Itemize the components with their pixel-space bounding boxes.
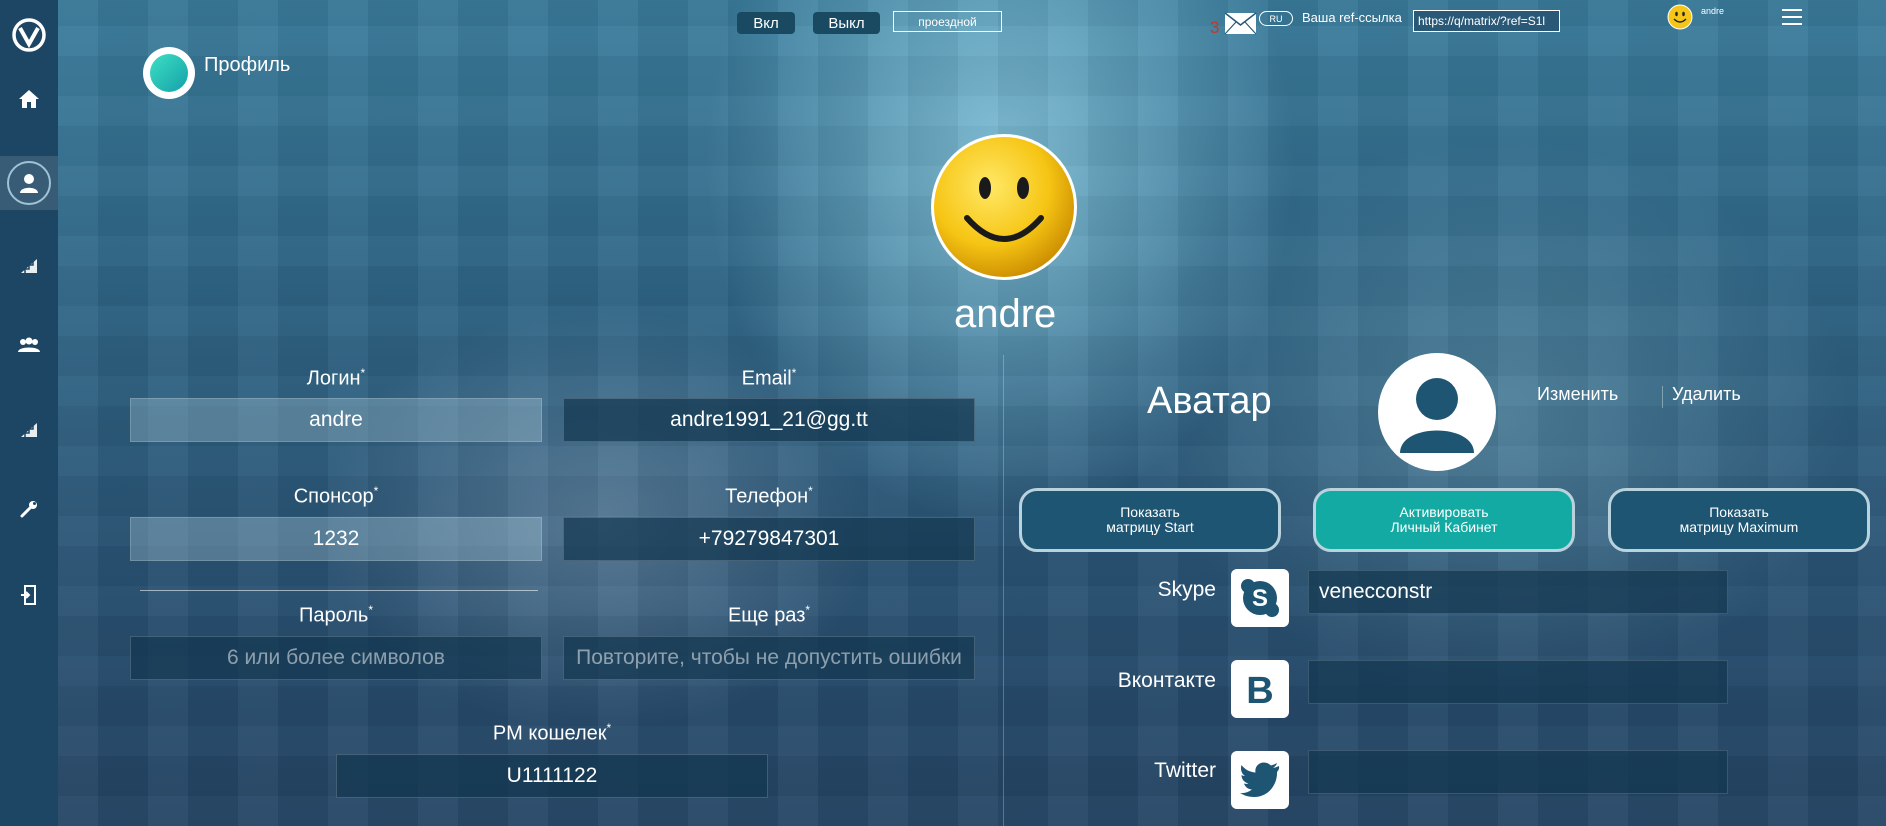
vk-icon: B — [1231, 660, 1289, 718]
stats-icon[interactable] — [0, 402, 58, 456]
ref-link-input[interactable] — [1413, 10, 1560, 32]
show-maximum-matrix-button[interactable]: Показать матрицу Maximum — [1608, 488, 1870, 552]
skype-label: Skype — [1157, 578, 1216, 601]
team-icon[interactable] — [0, 318, 58, 372]
repeat-password-label: Еще раз* — [727, 603, 811, 627]
phone-field[interactable]: +79279847301 — [563, 517, 975, 561]
language-switch[interactable]: RU — [1259, 11, 1293, 26]
user-avatar-large — [929, 132, 1079, 282]
pass-button[interactable]: проездной — [893, 11, 1002, 32]
divider — [140, 590, 538, 591]
sidebar — [0, 0, 58, 826]
menu-icon[interactable] — [1782, 8, 1802, 26]
sidebar-item-profile[interactable] — [0, 156, 58, 210]
off-button[interactable]: Выкл — [813, 12, 880, 34]
logout-icon[interactable] — [0, 568, 58, 622]
activate-cabinet-button[interactable]: Активировать Личный Кабинет — [1313, 488, 1575, 552]
repeat-password-field[interactable]: Повторите, чтобы не допустить ошибки — [563, 636, 975, 680]
change-avatar-link[interactable]: Изменить — [1537, 384, 1618, 405]
profile-badge-icon — [143, 47, 195, 99]
column-divider — [1003, 355, 1004, 826]
login-label: Логин* — [306, 366, 366, 390]
vk-label: Вконтакте — [1117, 669, 1216, 692]
top-user-name[interactable]: andre — [1701, 6, 1724, 16]
message-count-badge: 3 — [1210, 18, 1220, 37]
vk-input[interactable] — [1308, 660, 1728, 704]
skype-input[interactable]: venecconstr — [1308, 570, 1728, 614]
svg-text:S: S — [1252, 585, 1268, 612]
profile-username: andre — [954, 292, 1057, 336]
avatar-title: Аватар — [1147, 380, 1272, 422]
skype-icon: S — [1231, 569, 1289, 627]
page-title: Профиль — [204, 54, 291, 76]
home-icon[interactable] — [0, 72, 58, 126]
delete-avatar-link[interactable]: Удалить — [1672, 384, 1741, 405]
link-separator — [1662, 386, 1663, 408]
wallet-field[interactable]: U1111122 — [336, 754, 768, 798]
user-avatar-small[interactable] — [1667, 4, 1693, 30]
avatar-placeholder-icon[interactable] — [1378, 353, 1496, 471]
twitter-input[interactable] — [1308, 750, 1728, 794]
on-button[interactable]: Вкл — [737, 12, 795, 34]
email-field[interactable]: andre1991_21@gg.tt — [563, 398, 975, 442]
ref-link-label: Ваша ref-ссылка — [1302, 10, 1402, 25]
phone-label: Телефон* — [725, 484, 813, 508]
twitter-label: Twitter — [1154, 759, 1216, 782]
sponsor-label: Спонсор* — [293, 484, 379, 508]
wrench-icon[interactable] — [0, 482, 58, 536]
sponsor-field[interactable]: 1232 — [130, 517, 542, 561]
login-field[interactable]: andre — [130, 398, 542, 442]
svg-text:B: B — [1246, 670, 1273, 711]
logo-icon[interactable] — [10, 16, 48, 54]
mail-icon[interactable] — [1224, 12, 1257, 40]
show-start-matrix-button[interactable]: Показать матрицу Start — [1019, 488, 1281, 552]
email-label: Email* — [741, 366, 797, 390]
password-field[interactable]: 6 или более символов — [130, 636, 542, 680]
user-icon — [7, 161, 51, 205]
stairs-icon[interactable] — [0, 238, 58, 292]
twitter-icon — [1231, 751, 1289, 809]
password-label: Пароль* — [298, 603, 374, 627]
wallet-label: PM кошелек* — [492, 721, 612, 745]
